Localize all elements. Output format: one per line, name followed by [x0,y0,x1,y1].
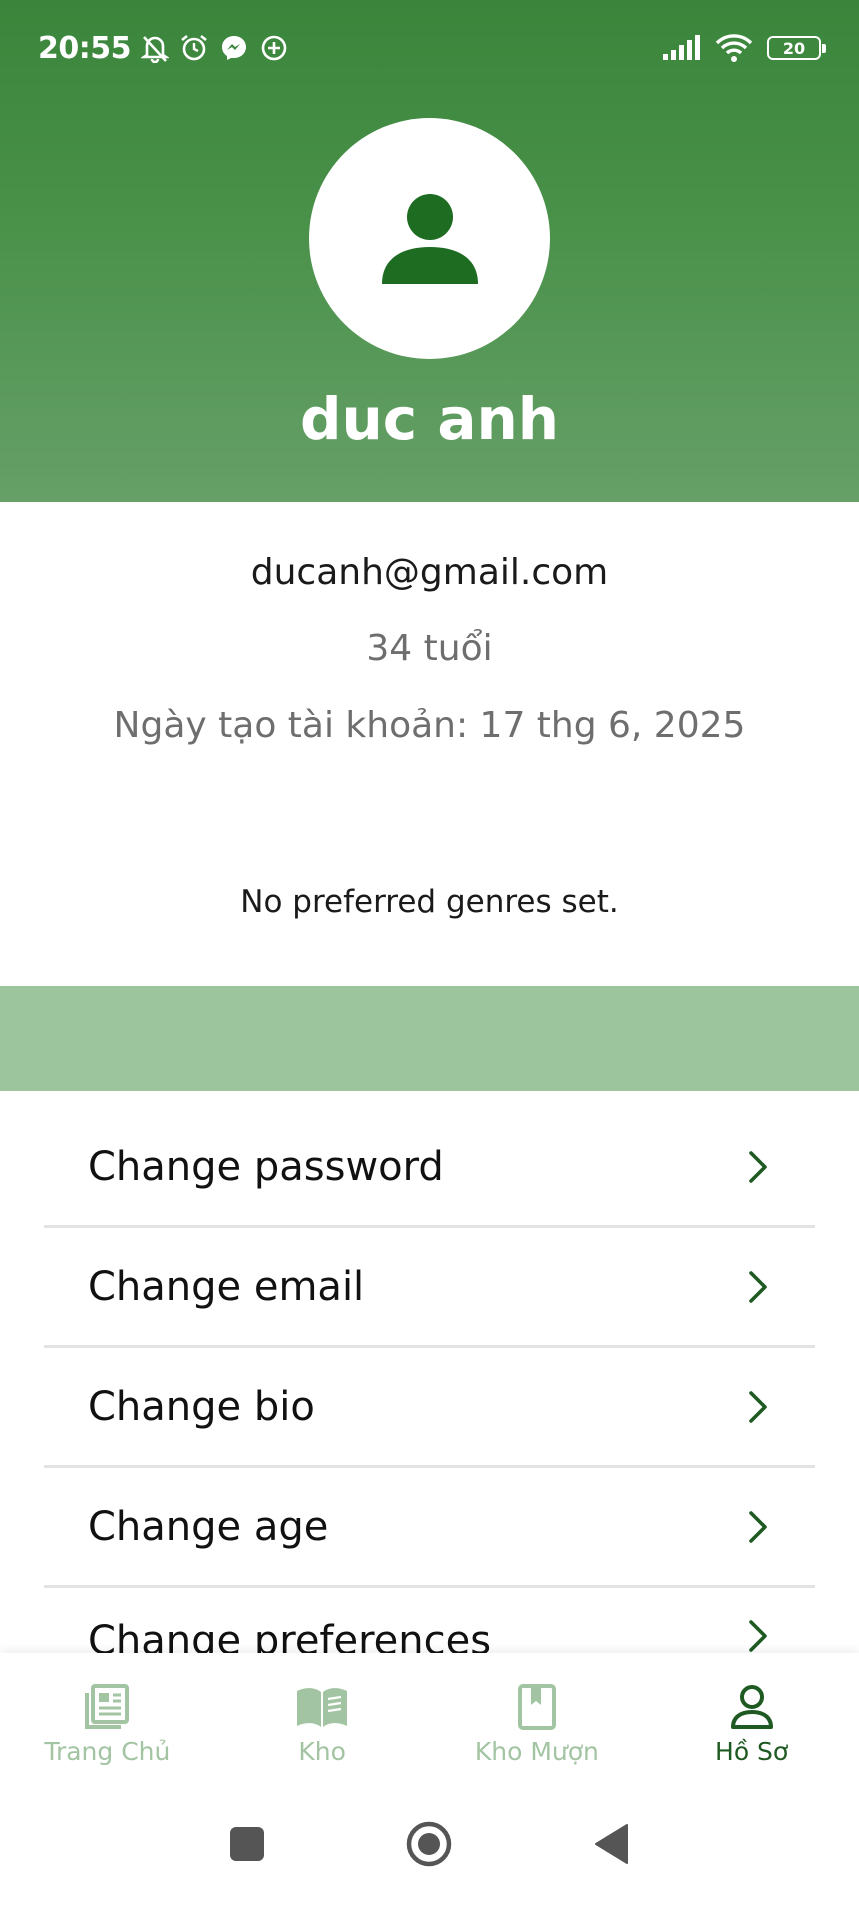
system-navigation-bar [0,1780,859,1908]
chevron-right-icon [749,1620,767,1652]
chevron-right-icon [749,1270,767,1303]
nav-label-home: Trang Chủ [44,1737,171,1766]
avatar[interactable] [309,118,550,359]
menu-item-label: Change password [88,1143,444,1190]
settings-menu: Change password Change email Change bio … [44,1108,815,1658]
bookmark-book-icon [517,1684,556,1730]
nav-item-profile[interactable]: Hồ Sơ [644,1653,859,1780]
menu-item-label: Change email [88,1263,365,1310]
nav-label-library: Kho [298,1737,346,1766]
person-icon [381,193,478,284]
change-bio-item[interactable]: Change bio [44,1348,815,1468]
status-time: 20:55 [38,30,132,66]
add-circle-icon [261,35,287,61]
messenger-icon [222,36,246,60]
home-circle-icon[interactable] [405,1820,453,1868]
change-age-item[interactable]: Change age [44,1468,815,1588]
newspaper-icon [85,1684,130,1729]
username: duc anh [299,385,560,453]
chevron-right-icon [749,1150,767,1183]
chevron-right-icon [749,1510,767,1543]
change-password-item[interactable]: Change password [44,1108,815,1228]
book-open-icon [297,1688,348,1727]
menu-item-label: Change preferences [88,1618,492,1658]
status-bar: 20:55 20 [0,0,859,96]
bottom-navigation: Trang Chủ Kho Kho Mượn Hồ Sơ [0,1653,859,1780]
alarm-icon [181,34,207,61]
back-triangle-icon[interactable] [593,1823,631,1865]
section-divider-band [0,986,859,1091]
chevron-right-icon [749,1390,767,1423]
change-preferences-item[interactable]: Change preferences [44,1588,815,1658]
nav-item-library[interactable]: Kho [215,1653,430,1780]
profile-age: 34 tuổi [366,628,493,669]
change-email-item[interactable]: Change email [44,1228,815,1348]
profile-header: 20:55 20 duc anh [0,0,859,502]
nav-item-home[interactable]: Trang Chủ [0,1653,215,1780]
nav-label-borrowed: Kho Mượn [474,1737,599,1766]
profile-email: ducanh@gmail.com [250,552,609,593]
person-outline-icon [730,1685,773,1729]
battery-icon: 20 [767,36,826,60]
battery-level: 20 [782,38,806,58]
signal-icon [663,35,700,60]
bell-off-icon [141,36,169,63]
menu-item-label: Change age [88,1503,329,1550]
nav-item-borrowed[interactable]: Kho Mượn [430,1653,645,1780]
profile-genres: No preferred genres set. [240,884,619,920]
wifi-icon [715,34,753,62]
recents-square-icon[interactable] [229,1826,265,1862]
menu-item-label: Change bio [88,1383,315,1430]
profile-created-date: Ngày tạo tài khoản: 17 thg 6, 2025 [113,705,746,746]
nav-label-profile: Hồ Sơ [715,1737,789,1766]
